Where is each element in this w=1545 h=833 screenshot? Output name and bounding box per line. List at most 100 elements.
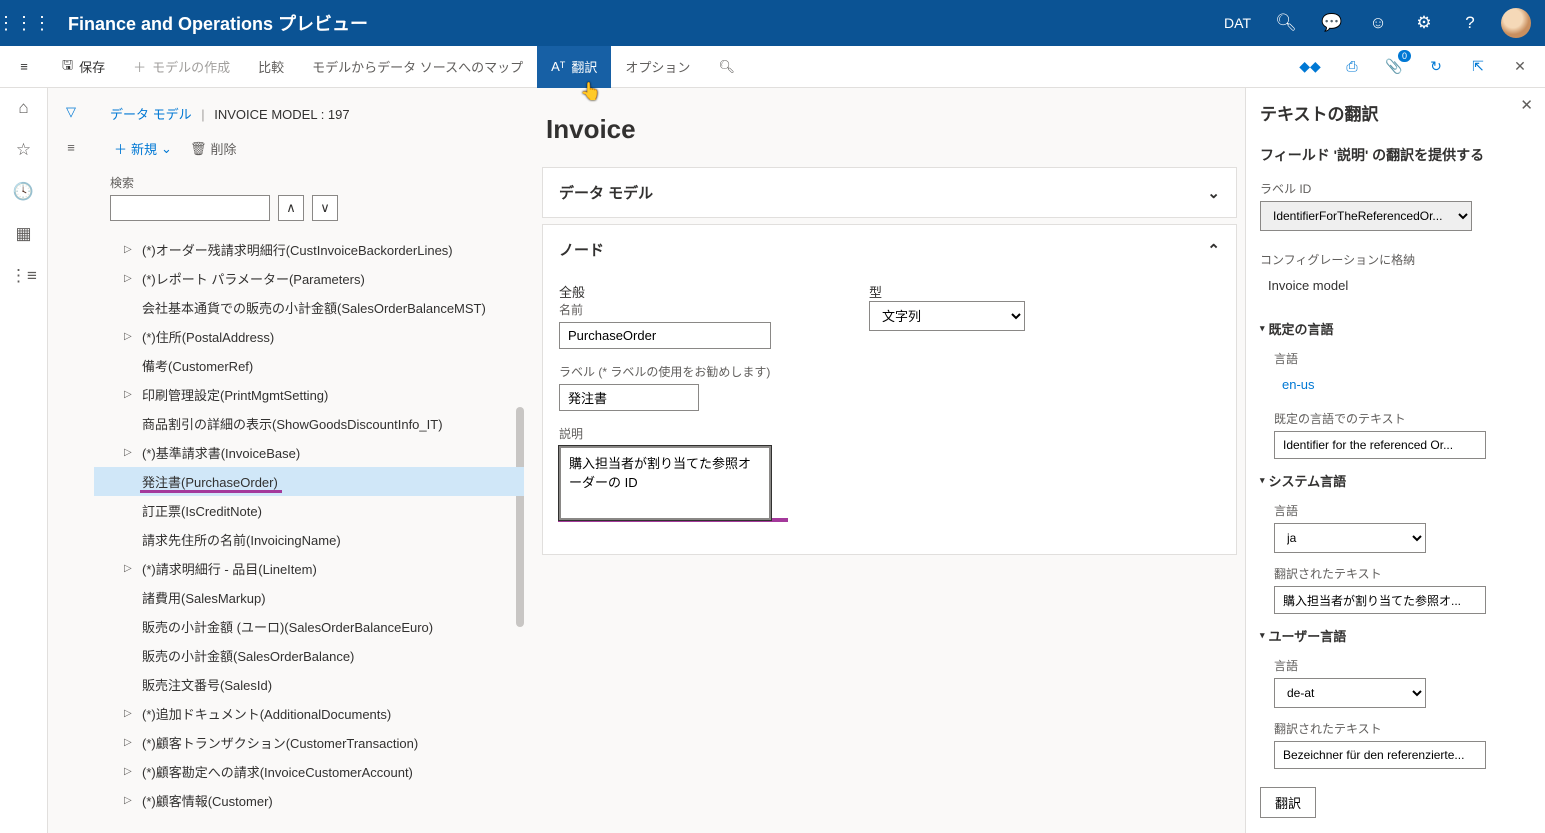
default-lang-label: 言語 xyxy=(1274,350,1531,367)
translate-icon: Aᵀ xyxy=(551,59,565,74)
tree-item[interactable]: ▷(*)顧客トランザクション(CustomerTransaction) xyxy=(94,728,524,757)
desc-label: 説明 xyxy=(559,425,819,442)
delete-button[interactable]: 🗑 削除 xyxy=(190,139,237,158)
default-lang-value[interactable]: en-us xyxy=(1274,371,1531,398)
office-icon[interactable]: ⎙ xyxy=(1337,52,1367,82)
tree-item[interactable]: 諸費用(SalesMarkup) xyxy=(94,583,524,612)
system-lang-select[interactable]: ja xyxy=(1274,523,1426,553)
tree-item[interactable]: ▷(*)追加ドキュメント(AdditionalDocuments) xyxy=(94,699,524,728)
trash-icon: 🗑 xyxy=(190,141,207,157)
label-id-select[interactable]: IdentifierForTheReferencedOr... xyxy=(1260,201,1472,231)
label-input[interactable] xyxy=(559,384,699,411)
scrollbar[interactable] xyxy=(516,407,524,627)
message-icon[interactable]: 💬 xyxy=(1309,0,1355,46)
tree-item-label: 諸費用(SalesMarkup) xyxy=(142,588,266,607)
options-button[interactable]: オプション xyxy=(611,46,704,88)
search-input[interactable] xyxy=(110,195,270,221)
user-lang-select[interactable]: de-at xyxy=(1274,678,1426,708)
map-model-button[interactable]: モデルからデータ ソースへのマップ xyxy=(298,46,537,88)
system-lang-label: 言語 xyxy=(1274,502,1531,519)
tree-item[interactable]: 商品割引の詳細の表示(ShowGoodsDiscountInfo_IT) xyxy=(94,409,524,438)
triangle-down-icon: ▾ xyxy=(1260,475,1265,486)
name-input[interactable] xyxy=(559,322,771,349)
tree-item-label: 印刷管理設定(PrintMgmtSetting) xyxy=(142,385,328,404)
search-label: 検索 xyxy=(110,174,524,191)
feedback-icon[interactable]: ☺ xyxy=(1355,0,1401,46)
menu-icon[interactable]: ≡ xyxy=(0,59,48,74)
tree-item[interactable]: ▷(*)請求明細行 - 品目(LineItem) xyxy=(94,554,524,583)
close-panel-icon[interactable]: ✕ xyxy=(1520,96,1533,114)
system-lang-header[interactable]: ▾ システム言語 xyxy=(1260,471,1531,490)
desc-textarea[interactable]: 購入担当者が割り当てた参照オーダーの ID xyxy=(559,446,771,520)
search-next-button[interactable]: ∨ xyxy=(312,195,338,221)
modules-icon[interactable]: ⋮≡ xyxy=(0,266,48,286)
close-icon[interactable]: ✕ xyxy=(1505,52,1535,82)
breadcrumb-current: INVOICE MODEL : 197 xyxy=(214,107,349,122)
lines-icon[interactable]: ≡ xyxy=(67,140,75,155)
attachments-icon[interactable]: 📎0 xyxy=(1379,52,1409,82)
general-label: 全般 xyxy=(559,282,819,301)
section-node-header[interactable]: ノード ⌃ xyxy=(543,225,1236,274)
tree-item[interactable]: 販売の小計金額 (ユーロ)(SalesOrderBalanceEuro) xyxy=(94,612,524,641)
system-text-input[interactable] xyxy=(1274,586,1486,614)
left-rail: ⌂ ☆ 🕓 ▦ ⋮≡ xyxy=(0,88,48,833)
compare-button[interactable]: 比較 xyxy=(244,46,298,88)
company-code[interactable]: DAT xyxy=(1212,15,1263,31)
workspaces-icon[interactable]: ▦ xyxy=(0,224,48,244)
user-avatar[interactable] xyxy=(1493,0,1539,46)
section-data-model-header[interactable]: データ モデル ⌄ xyxy=(543,168,1236,217)
default-lang-header[interactable]: ▾ 既定の言語 xyxy=(1260,319,1531,338)
filter-icon[interactable]: ▽ xyxy=(66,104,76,120)
search-prev-button[interactable]: ∧ xyxy=(278,195,304,221)
section-node: ノード ⌃ 全般 名前 ラベル (* ラベルの使用をお勧めします) xyxy=(542,224,1237,555)
waffle-icon[interactable]: ⋮⋮⋮ xyxy=(0,13,48,34)
tree-item[interactable]: 訂正票(IsCreditNote) xyxy=(94,496,524,525)
tree-item[interactable]: ▷(*)レポート パラメーター(Parameters) xyxy=(94,264,524,293)
open-icon[interactable]: ⇱ xyxy=(1463,52,1493,82)
search-icon[interactable]: 🔍︎ xyxy=(1263,0,1309,46)
tree-item-label: (*)住所(PostalAddress) xyxy=(142,327,274,346)
tree-item[interactable]: 請求先住所の名前(InvoicingName) xyxy=(94,525,524,554)
tree-item-label: 会社基本通貨での販売の小計金額(SalesOrderBalanceMST) xyxy=(142,298,486,317)
section-data-model: データ モデル ⌄ xyxy=(542,167,1237,218)
default-text-input[interactable] xyxy=(1274,431,1486,459)
favorite-icon[interactable]: ☆ xyxy=(0,140,48,160)
new-button[interactable]: ＋ 新規 ⌄ xyxy=(114,139,172,158)
header-bar: ⋮⋮⋮ Finance and Operations プレビュー DAT 🔍︎ … xyxy=(0,0,1545,46)
tree-item[interactable]: ▷(*)住所(PostalAddress) xyxy=(94,322,524,351)
stored-in-label: コンフィグレーションに格納 xyxy=(1260,251,1531,268)
find-button[interactable]: 🔍︎ xyxy=(704,46,749,88)
tree-item[interactable]: ▷(*)基準請求書(InvoiceBase) xyxy=(94,438,524,467)
tree-item[interactable]: ▷(*)顧客勘定への請求(InvoiceCustomerAccount) xyxy=(94,757,524,786)
tree-item[interactable]: ▷印刷管理設定(PrintMgmtSetting) xyxy=(94,380,524,409)
home-icon[interactable]: ⌂ xyxy=(0,98,48,118)
label-id-label: ラベル ID xyxy=(1260,180,1531,197)
save-button[interactable]: 🖫 保存 xyxy=(48,46,119,88)
settings-icon[interactable]: ⚙ xyxy=(1401,0,1447,46)
filter-column: ▽ ≡ xyxy=(48,88,94,833)
cursor-icon: 👆 xyxy=(580,82,601,102)
type-select[interactable]: 文字列 xyxy=(869,301,1025,331)
breadcrumb-root[interactable]: データ モデル xyxy=(110,107,192,122)
name-label: 名前 xyxy=(559,301,819,318)
translate-button[interactable]: Aᵀ 翻訳 👆 xyxy=(537,46,611,88)
recent-icon[interactable]: 🕓 xyxy=(0,182,48,202)
tree-item[interactable]: 販売注文番号(SalesId) xyxy=(94,670,524,699)
chevron-down-icon: ⌄ xyxy=(161,141,172,157)
tree-item[interactable]: ▷(*)オーダー残請求明細行(CustInvoiceBackorderLines… xyxy=(94,235,524,264)
badge-count: 0 xyxy=(1398,50,1411,62)
translate-action-button[interactable]: 翻訳 xyxy=(1260,787,1316,818)
user-lang-header[interactable]: ▾ ユーザー言語 xyxy=(1260,626,1531,645)
tree-item[interactable]: 会社基本通貨での販売の小計金額(SalesOrderBalanceMST) xyxy=(94,293,524,322)
chevron-right-icon: ▷ xyxy=(124,563,136,574)
help-icon[interactable]: ? xyxy=(1447,0,1493,46)
app-title: Finance and Operations プレビュー xyxy=(48,10,1212,36)
tree-item[interactable]: ▷(*)顧客情報(Customer) xyxy=(94,786,524,815)
diamond-icon[interactable]: ◆◆ xyxy=(1295,52,1325,82)
tree-item[interactable]: 備考(CustomerRef) xyxy=(94,351,524,380)
tree-item[interactable]: 販売の小計金額(SalesOrderBalance) xyxy=(94,641,524,670)
user-text-input[interactable] xyxy=(1274,741,1486,769)
refresh-icon[interactable]: ↻ xyxy=(1421,52,1451,82)
section-node-title: ノード xyxy=(559,239,604,260)
create-model-button[interactable]: ＋ モデルの作成 xyxy=(119,46,244,88)
